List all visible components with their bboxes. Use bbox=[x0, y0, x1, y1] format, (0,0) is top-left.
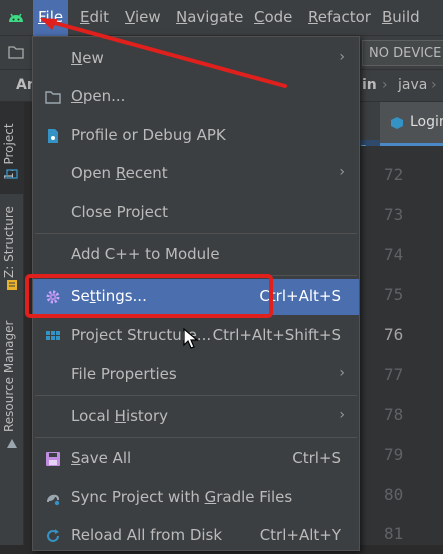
save-all-shortcut: Ctrl+S bbox=[292, 449, 341, 467]
line-number: 81 bbox=[384, 524, 404, 543]
menu-item-profile-debug-apk[interactable]: Profile or Debug APK bbox=[33, 118, 359, 154]
menu-refactor[interactable]: Refactor bbox=[303, 0, 376, 36]
breadcrumb-java[interactable]: java bbox=[398, 77, 427, 93]
project-icon bbox=[6, 169, 18, 179]
line-number: 77 bbox=[384, 365, 404, 384]
menu-item-reload-all[interactable]: Reload All from Disk Ctrl+Alt+Y bbox=[33, 518, 359, 554]
menu-edit[interactable]: Edit bbox=[75, 0, 114, 36]
menu-item-close-project[interactable]: Close Project bbox=[33, 195, 359, 231]
gradle-elephant-icon bbox=[47, 494, 60, 506]
line-number: 78 bbox=[384, 405, 404, 424]
menu-item-open[interactable]: Open... bbox=[33, 79, 359, 115]
menu-navigate[interactable]: Navigate bbox=[171, 0, 248, 36]
line-number: 79 bbox=[384, 445, 404, 464]
line-number: 75 bbox=[384, 285, 404, 304]
menu-item-file-properties[interactable]: File Properties › bbox=[33, 357, 359, 393]
menu-item-sync-gradle[interactable]: Sync Project with Gradle Files bbox=[33, 480, 359, 516]
breadcrumb-main[interactable]: in bbox=[362, 77, 377, 93]
project-structure-shortcut: Ctrl+Alt+Shift+S bbox=[212, 326, 341, 344]
structure-tab-label[interactable]: Z: Structure bbox=[2, 206, 16, 278]
editor-left-edge bbox=[24, 102, 32, 545]
breadcrumb-separator-icon: › bbox=[382, 77, 388, 93]
submenu-arrow-icon: › bbox=[339, 164, 345, 180]
menu-item-local-history[interactable]: Local History › bbox=[33, 399, 359, 435]
reload-shortcut: Ctrl+Alt+Y bbox=[259, 526, 341, 544]
line-number: 74 bbox=[384, 245, 404, 264]
structure-icon bbox=[7, 280, 17, 290]
menu-view[interactable]: View bbox=[120, 0, 166, 36]
tool-window-sidebar: 1: Project Z: Structure Resource Manager bbox=[0, 102, 24, 545]
submenu-arrow-icon: › bbox=[339, 407, 345, 423]
menu-bar: File Edit View Navigate Code Refactor Bu… bbox=[0, 0, 443, 36]
android-studio-icon[interactable] bbox=[6, 8, 26, 28]
menu-item-save-all[interactable]: Save All Ctrl+S bbox=[33, 441, 359, 477]
device-selector[interactable]: NO DEVICE bbox=[362, 40, 443, 66]
line-number-current: 76 bbox=[384, 325, 404, 344]
menu-separator bbox=[35, 275, 357, 276]
tab-login[interactable]: Login bbox=[380, 102, 443, 146]
folder-icon[interactable] bbox=[8, 45, 24, 59]
menu-item-settings[interactable]: Settings... Ctrl+Alt+S bbox=[33, 279, 359, 315]
apk-file-icon bbox=[48, 129, 58, 143]
reload-icon bbox=[47, 529, 59, 542]
menu-separator bbox=[35, 395, 357, 396]
line-number: 73 bbox=[384, 205, 404, 224]
menu-file[interactable]: File bbox=[33, 0, 69, 36]
menu-item-add-cpp-module[interactable]: Add C++ to Module bbox=[33, 237, 359, 273]
menu-separator bbox=[35, 233, 357, 234]
menu-item-open-recent[interactable]: Open Recent › bbox=[33, 156, 359, 192]
class-file-icon bbox=[391, 117, 403, 129]
menu-build[interactable]: Build bbox=[377, 0, 425, 36]
submenu-arrow-icon: › bbox=[339, 49, 345, 65]
submenu-arrow-icon: › bbox=[339, 365, 345, 381]
resource-manager-icon bbox=[7, 439, 17, 448]
settings-shortcut: Ctrl+Alt+S bbox=[259, 287, 341, 305]
menu-item-new[interactable]: New › bbox=[33, 41, 359, 77]
file-menu-dropdown: New › Open... Profile or Debug APK Open … bbox=[32, 36, 360, 551]
project-structure-icon bbox=[46, 331, 60, 340]
line-number: 80 bbox=[384, 485, 404, 504]
breadcrumb-separator-icon: › bbox=[431, 77, 437, 93]
line-number: 72 bbox=[384, 165, 404, 184]
mouse-cursor-icon bbox=[183, 328, 199, 349]
menu-separator bbox=[35, 437, 357, 438]
folder-open-icon bbox=[45, 91, 61, 104]
gear-icon bbox=[46, 290, 60, 304]
resource-manager-tab-label[interactable]: Resource Manager bbox=[2, 321, 16, 432]
menu-code[interactable]: Code bbox=[249, 0, 297, 36]
save-icon bbox=[46, 452, 60, 466]
